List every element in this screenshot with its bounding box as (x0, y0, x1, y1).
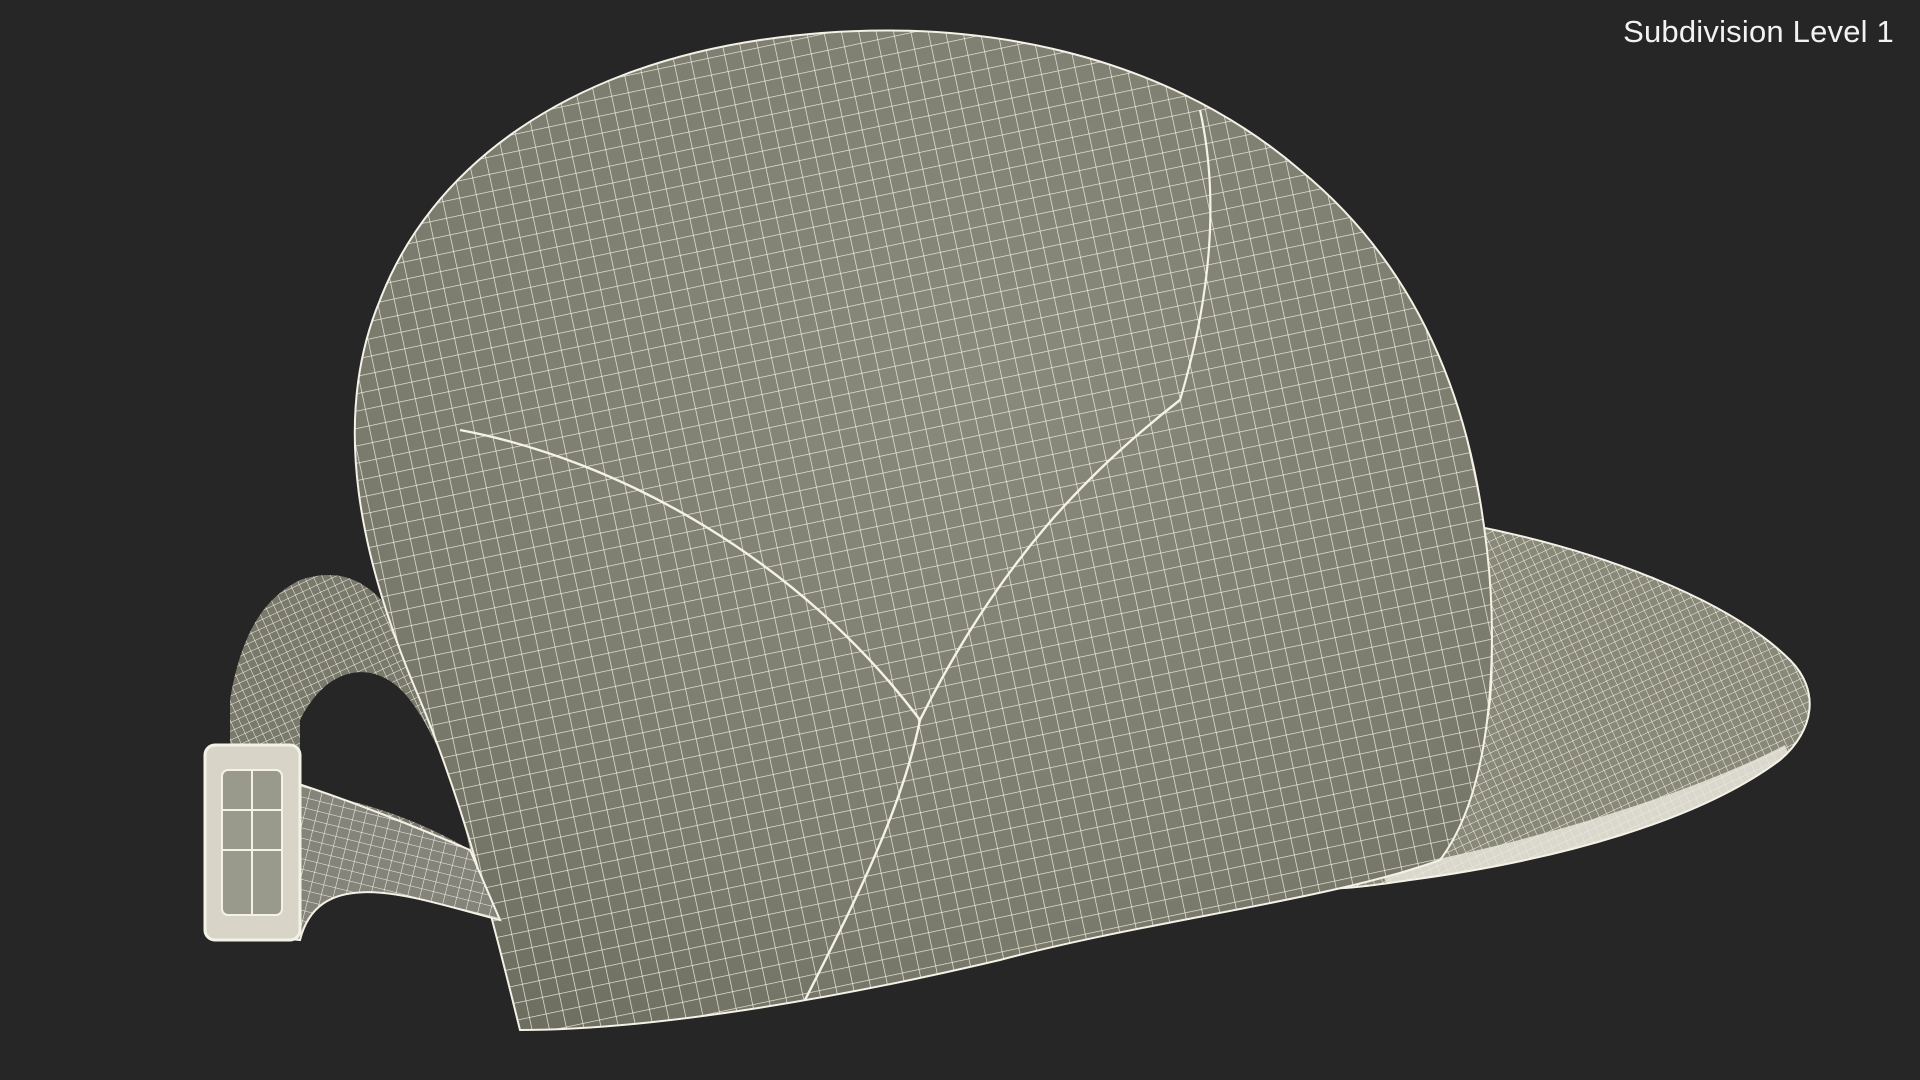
render-viewport[interactable]: Subdivision Level 1 (0, 0, 1920, 1080)
strap-buckle-icon (203, 743, 302, 942)
cap-crown (353, 29, 1493, 1031)
cap-wireframe-model (203, 29, 1811, 1031)
subdivision-level-label: Subdivision Level 1 (1623, 14, 1894, 49)
